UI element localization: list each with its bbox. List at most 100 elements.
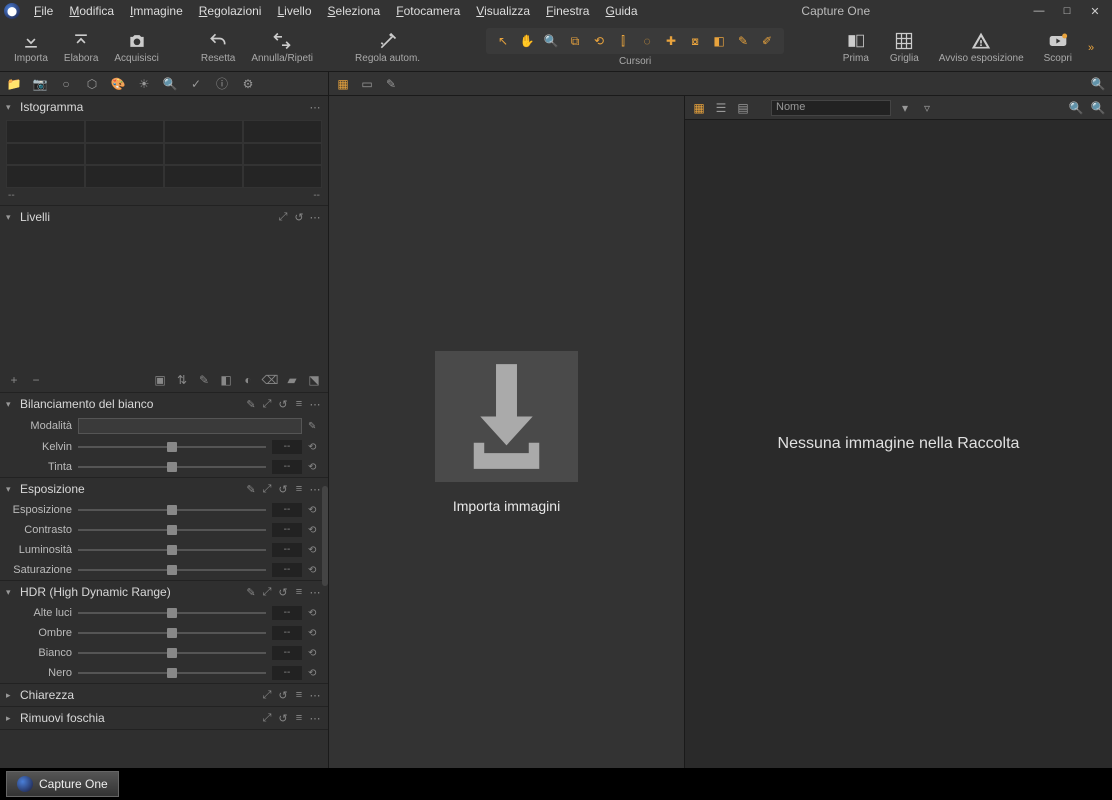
tab-settings[interactable]: ⚙ [240,76,256,92]
slider-track[interactable] [78,652,266,654]
elabora-button[interactable]: Elabora [58,29,104,66]
slider-track[interactable] [78,549,266,551]
auto-icon[interactable]: ✎ [244,482,258,496]
hand-cursor-button[interactable]: ✋ [518,32,536,50]
menu-icon[interactable]: ⋯ [308,711,322,725]
close-button[interactable]: ✕ [1082,2,1108,20]
thumb-film-icon[interactable]: ▤ [735,100,751,116]
tab-metadata[interactable]: ⓘ [214,76,230,92]
mask-icon[interactable]: ▣ [152,372,168,388]
reset-icon[interactable]: ↺ [276,482,290,496]
tab-lens[interactable]: ○ [58,76,74,92]
menu-livello[interactable]: Livello [269,2,319,20]
scrollbar[interactable] [322,486,328,586]
slider-thumb[interactable] [167,442,177,452]
mask-erase-cursor-button[interactable]: ✐ [758,32,776,50]
keystone-cursor-button[interactable]: ⫿ [614,32,632,50]
reset-icon[interactable]: ↺ [292,210,306,224]
import-button[interactable] [435,351,578,482]
reset-icon[interactable]: ⟲ [308,565,322,576]
slider-track[interactable] [78,672,266,674]
toolbar-overflow-icon[interactable]: » [1078,39,1104,57]
tab-adjust[interactable]: ✓ [188,76,204,92]
menu-regolazioni[interactable]: Regolazioni [191,2,270,20]
scopri-button[interactable]: Scopri [1038,29,1078,66]
slider-value[interactable]: -- [272,646,302,660]
expand-icon[interactable]: ⤢ [260,711,274,725]
importa-button[interactable]: Importa [8,29,54,66]
remove-layer-button[interactable]: − [28,372,44,388]
slider-value[interactable]: -- [272,440,302,454]
menu-icon[interactable]: ⋯ [308,482,322,496]
tab-details[interactable]: 🔍 [162,76,178,92]
brush-icon[interactable]: ✎ [196,372,212,388]
slider-value[interactable]: -- [272,626,302,640]
tab-color[interactable]: 🎨 [110,76,126,92]
resetta-button[interactable]: Resetta [195,29,241,66]
menu-finestra[interactable]: Finestra [538,2,597,20]
menu-icon[interactable]: ⋯ [308,100,322,114]
mode-select[interactable] [78,418,302,434]
slider-thumb[interactable] [167,525,177,535]
sort-select[interactable]: Nome [771,100,891,116]
reset-icon[interactable]: ⟲ [308,648,322,659]
thumb-grid-icon[interactable]: ▦ [691,100,707,116]
tab-capture[interactable]: 📷 [32,76,48,92]
add-layer-button[interactable]: + [6,372,22,388]
menu-file[interactable]: File [26,2,61,20]
preset-icon[interactable]: ≡ [292,585,306,599]
expand-icon[interactable]: ⤢ [260,482,274,496]
slider-value[interactable]: -- [272,460,302,474]
picker-icon[interactable]: ✎ [308,421,322,432]
avviso-esposizione-button[interactable]: Avviso esposizione [933,29,1030,66]
import-dropzone[interactable]: Importa immagini [329,96,684,768]
clone-cursor-button[interactable]: ⧇ [686,32,704,50]
view-grid-icon[interactable]: ▦ [335,76,351,92]
acquisisci-button[interactable]: Acquisisci [108,29,164,66]
sort-dir-icon[interactable]: ▾ [897,100,913,116]
zoom-cursor-button[interactable]: 🔍 [542,32,560,50]
preset-icon[interactable]: ≡ [292,482,306,496]
slider-track[interactable] [78,509,266,511]
tab-crop[interactable]: ⬡ [84,76,100,92]
healing-cursor-button[interactable]: ✚ [662,32,680,50]
slider-thumb[interactable] [167,648,177,658]
reset-icon[interactable]: ⟲ [308,545,322,556]
fill-icon[interactable]: ▰ [284,372,300,388]
reset-icon[interactable]: ↺ [276,585,290,599]
preset-icon[interactable]: ≡ [292,397,306,411]
slider-track[interactable] [78,446,266,448]
menu-visualizza[interactable]: Visualizza [468,2,538,20]
reset-icon[interactable]: ⟲ [308,505,322,516]
regola-autom-button[interactable]: Regola autom. [349,29,426,66]
slider-value[interactable]: -- [272,503,302,517]
menu-icon[interactable]: ⋯ [308,585,322,599]
menu-fotocamera[interactable]: Fotocamera [388,2,468,20]
slider-track[interactable] [78,466,266,468]
reset-icon[interactable]: ⟲ [308,668,322,679]
taskbar-app-button[interactable]: Capture One [6,771,119,797]
annulla-ripeti-button[interactable]: Annulla/Ripeti [245,29,319,66]
pointer-cursor-button[interactable]: ↖ [494,32,512,50]
reset-icon[interactable]: ↺ [276,711,290,725]
slider-value[interactable]: -- [272,563,302,577]
slider-thumb[interactable] [167,545,177,555]
slider-track[interactable] [78,632,266,634]
slider-track[interactable] [78,529,266,531]
menu-guida[interactable]: Guida [597,2,645,20]
gradient-icon[interactable]: ◧ [218,372,234,388]
auto-icon[interactable]: ✎ [244,585,258,599]
menu-icon[interactable]: ⋯ [308,688,322,702]
search-icon[interactable]: 🔍 [1090,76,1106,92]
filter-icon[interactable]: ▿ [919,100,935,116]
slider-value[interactable]: -- [272,543,302,557]
reset-icon[interactable]: ⟲ [308,608,322,619]
menu-icon[interactable]: ⋯ [308,397,322,411]
reset-icon[interactable]: ↺ [276,688,290,702]
preset-icon[interactable]: ≡ [292,711,306,725]
slider-track[interactable] [78,612,266,614]
minimize-button[interactable]: — [1026,2,1052,20]
slider-value[interactable]: -- [272,606,302,620]
reset-icon[interactable]: ⟲ [308,628,322,639]
picker-icon[interactable]: ✎ [383,76,399,92]
